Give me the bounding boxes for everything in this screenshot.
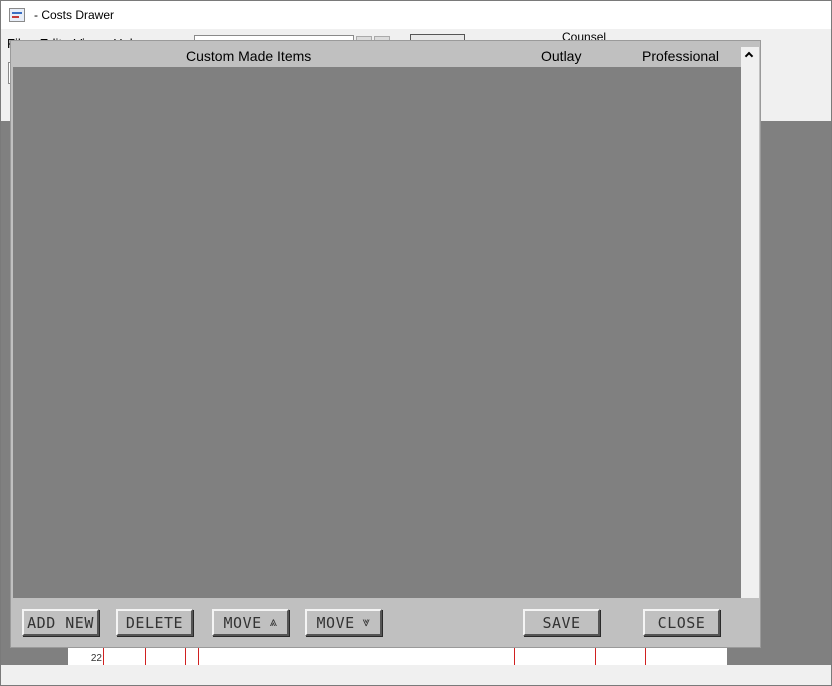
grid-divider <box>103 648 104 665</box>
close-button[interactable]: CLOSE <box>643 609 720 636</box>
column-header: Custom Made Items Outlay Professional <box>11 41 741 67</box>
row-number: 22 <box>90 653 102 664</box>
save-button[interactable]: SAVE <box>523 609 600 636</box>
status-bar <box>1 665 831 685</box>
double-chevron-up-icon: ⩓ <box>269 615 278 630</box>
window-title: - Costs Drawer <box>34 8 115 22</box>
delete-button[interactable]: DELETE <box>116 609 193 636</box>
grid-divider <box>198 648 199 665</box>
column-header-outlay: Outlay <box>541 48 582 64</box>
scroll-up-button[interactable] <box>741 47 759 64</box>
app-icon[interactable] <box>9 8 25 22</box>
move-up-label: MOVE <box>223 613 262 632</box>
items-list[interactable] <box>13 67 741 598</box>
grid-divider <box>185 648 186 665</box>
column-header-items: Custom Made Items <box>186 48 312 64</box>
title-bar: - Costs Drawer <box>1 1 831 29</box>
double-chevron-down-icon: ⩔ <box>362 615 371 630</box>
custom-items-dialog: Custom Made Items Outlay Professional AD… <box>10 40 761 648</box>
chevron-up-icon <box>744 51 754 61</box>
move-down-button[interactable]: MOVE ⩔ <box>305 609 382 636</box>
add-new-button[interactable]: ADD NEW <box>22 609 99 636</box>
grid-divider <box>514 648 515 665</box>
grid-divider <box>145 648 146 665</box>
move-down-label: MOVE <box>316 613 355 632</box>
button-bar: ADD NEW DELETE MOVE ⩓ MOVE ⩔ SAVE CLOSE <box>11 598 760 647</box>
vertical-scrollbar[interactable] <box>741 47 759 613</box>
background-grid-row <box>68 648 727 665</box>
grid-divider <box>645 648 646 665</box>
grid-divider <box>595 648 596 665</box>
move-up-button[interactable]: MOVE ⩓ <box>212 609 289 636</box>
column-header-professional: Professional <box>642 48 720 64</box>
